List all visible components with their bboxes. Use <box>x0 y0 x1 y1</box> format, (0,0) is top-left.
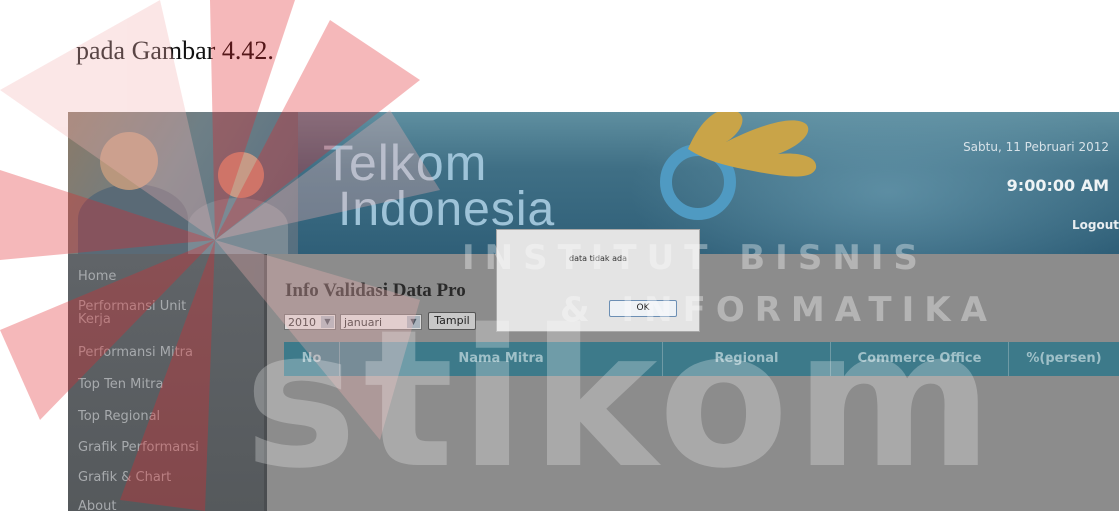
sidebar-item-performansi-mitra[interactable]: Performansi Mitra <box>78 346 193 359</box>
year-select-value: 2010 <box>288 316 316 329</box>
table-header: No Nama Mitra Regional Commerce Office %… <box>284 342 1119 376</box>
tampil-button[interactable]: Tampil <box>428 312 476 330</box>
column-header-commerce-office: Commerce Office <box>831 342 1009 376</box>
telkom-logo-icon <box>660 112 817 220</box>
column-header-nama-mitra: Nama Mitra <box>340 342 663 376</box>
sidebar-item-top-regional[interactable]: Top Regional <box>78 410 160 423</box>
sidebar-item-performansi-unit-kerja[interactable]: Performansi Unit Kerja <box>78 300 186 326</box>
sidebar-item-top-ten-mitra[interactable]: Top Ten Mitra <box>78 378 163 391</box>
app-screenshot: Telkom Indonesia Sabtu, 11 Pebruari 2012… <box>68 112 1119 511</box>
sidebar-item-about[interactable]: About <box>78 500 116 511</box>
sidebar-item-home[interactable]: Home <box>78 270 116 283</box>
column-header-persen: %(persen) <box>1026 351 1102 366</box>
year-select[interactable]: 2010 ▼ <box>284 314 336 330</box>
caption-text: pada Gambar 4.42. <box>76 36 274 65</box>
clock-text: 9:00:00 AM <box>1006 176 1109 195</box>
month-select-value: januari <box>344 316 383 329</box>
ok-button[interactable]: OK <box>609 300 677 317</box>
chevron-down-icon: ▼ <box>321 316 334 328</box>
sidebar-menu: Home Performansi Unit Kerja Performansi … <box>68 254 267 511</box>
page-title: Info Validasi Data Pro <box>285 280 466 301</box>
dialog-message: data tidak ada <box>569 254 627 263</box>
chevron-down-icon: ▼ <box>407 316 420 328</box>
logout-link[interactable]: Logout <box>1072 218 1119 232</box>
column-header-no: No <box>284 342 340 376</box>
sidebar-item-grafik-performansi[interactable]: Grafik Performansi <box>78 441 199 454</box>
month-select[interactable]: januari ▼ <box>340 314 422 330</box>
sidebar-item-grafik-chart[interactable]: Grafik & Chart <box>78 471 171 484</box>
column-header-regional: Regional <box>663 342 831 376</box>
date-text: Sabtu, 11 Pebruari 2012 <box>963 140 1109 154</box>
alert-dialog: data tidak ada OK <box>496 229 700 332</box>
header-photo <box>68 112 298 254</box>
